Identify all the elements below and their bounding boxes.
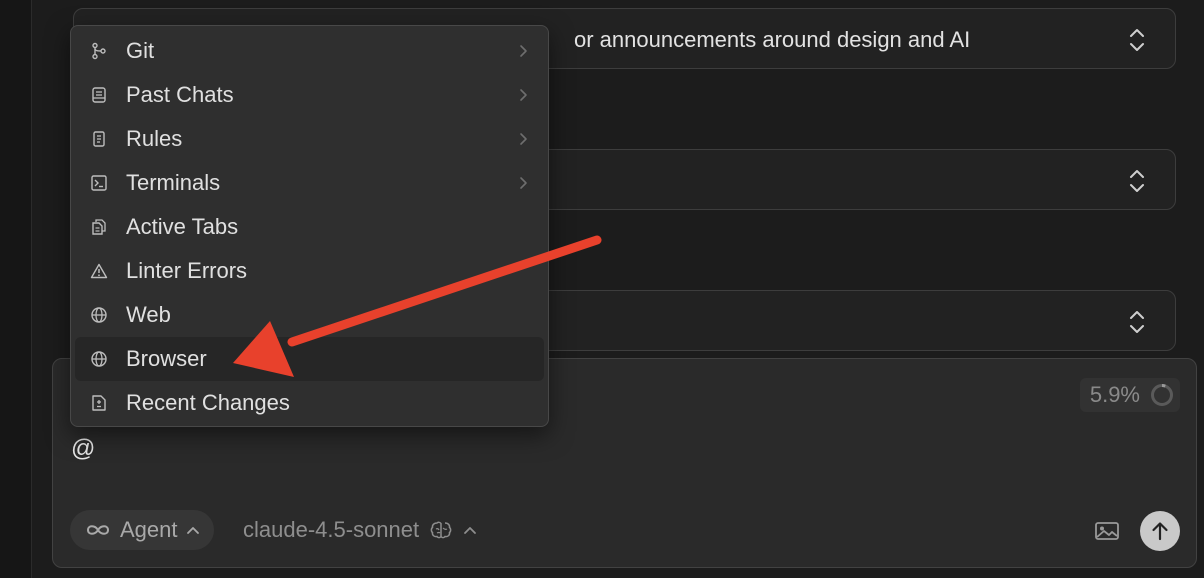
files-icon [90, 218, 108, 236]
chevron-right-icon [520, 177, 527, 189]
menu-item-linter-errors[interactable]: Linter Errors [75, 249, 544, 293]
diff-file-icon [90, 394, 108, 412]
menu-item-label: Git [126, 38, 155, 63]
menu-item-label: Rules [126, 126, 183, 151]
image-attach-icon[interactable] [1094, 520, 1120, 542]
chevron-updown-icon [1130, 311, 1144, 333]
terminal-icon [90, 174, 108, 192]
menu-item-label: Recent Changes [126, 390, 290, 415]
mode-label: Agent [120, 517, 178, 542]
context-mention-menu: Git Past Chats Rules Terminals Active Tabs Li… [70, 25, 549, 427]
warning-icon [90, 262, 108, 280]
git-branch-icon [90, 42, 108, 60]
activity-bar [0, 0, 32, 578]
menu-item-label: Active Tabs [126, 214, 239, 239]
composer-input[interactable]: @ [71, 435, 95, 463]
app-window: or announcements around design and AI 5.… [0, 0, 1204, 578]
menu-item-label: Terminals [126, 170, 221, 195]
progress-ring-icon [1151, 384, 1173, 406]
chevron-right-icon [520, 89, 527, 101]
menu-item-web[interactable]: Web [75, 293, 544, 337]
model-label: claude-4.5-sonnet [243, 517, 420, 542]
context-usage-indicator[interactable]: 5.9% [1079, 378, 1180, 412]
brain-icon [430, 521, 452, 539]
menu-item-label: Web [126, 302, 171, 327]
settings-select-1-value: or announcements around design and AI [574, 27, 971, 52]
arrow-up-icon [1152, 522, 1168, 541]
menu-item-label: Past Chats [126, 82, 234, 107]
menu-item-label: Browser [126, 346, 207, 371]
globe-icon [90, 306, 108, 324]
menu-item-browser[interactable]: Browser [75, 337, 544, 381]
chevron-up-icon [464, 527, 477, 534]
menu-item-active-tabs[interactable]: Active Tabs [75, 205, 544, 249]
menu-item-git[interactable]: Git [75, 29, 544, 73]
chevron-up-icon [186, 527, 199, 534]
menu-item-recent-changes[interactable]: Recent Changes [75, 381, 544, 425]
menu-item-past-chats[interactable]: Past Chats [75, 73, 544, 117]
mode-selector[interactable]: Agent [70, 510, 214, 550]
chat-history-icon [90, 86, 108, 104]
chevron-updown-icon [1130, 170, 1144, 192]
model-selector[interactable]: claude-4.5-sonnet [243, 510, 477, 550]
infinity-icon [86, 525, 110, 535]
globe-icon [90, 350, 108, 368]
chevron-right-icon [520, 45, 527, 57]
send-button[interactable] [1140, 511, 1180, 551]
chevron-updown-icon [1130, 29, 1144, 51]
menu-item-rules[interactable]: Rules [75, 117, 544, 161]
chevron-right-icon [520, 133, 527, 145]
rules-document-icon [90, 130, 108, 148]
menu-item-label: Linter Errors [126, 258, 248, 283]
context-usage-value: 5.9% [1089, 382, 1140, 407]
menu-item-terminals[interactable]: Terminals [75, 161, 544, 205]
